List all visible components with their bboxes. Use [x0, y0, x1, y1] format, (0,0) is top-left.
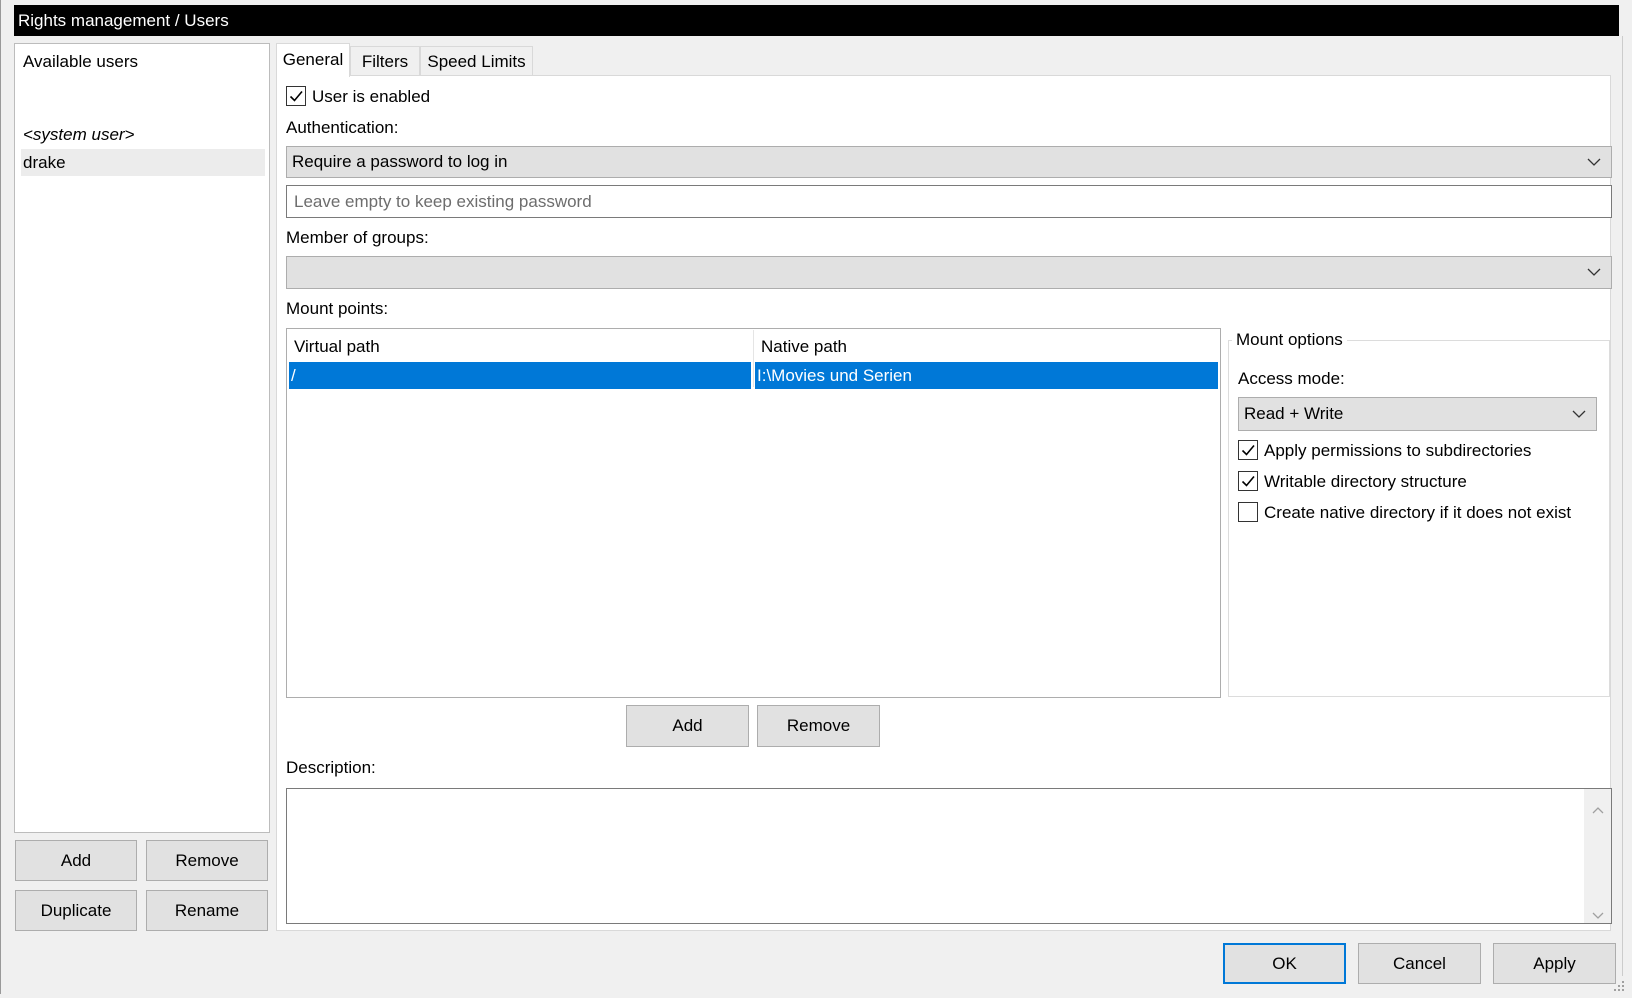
column-header-virtual-path[interactable]: Virtual path	[287, 332, 753, 362]
checkmark-icon	[1241, 475, 1255, 487]
cancel-button[interactable]: Cancel	[1358, 943, 1481, 984]
mount-points-label: Mount points:	[286, 299, 389, 318]
chevron-down-icon	[1572, 398, 1586, 430]
user-item-drake[interactable]: drake	[21, 149, 265, 176]
apply-button[interactable]: Apply	[1493, 943, 1616, 984]
writable-structure-label: Writable directory structure	[1264, 472, 1467, 491]
description-label: Description:	[286, 758, 376, 777]
user-enabled-label: User is enabled	[312, 87, 431, 106]
user-enabled-checkbox[interactable]	[286, 86, 306, 106]
scroll-up-icon[interactable]	[1592, 799, 1604, 819]
tab-general[interactable]: General	[276, 43, 350, 77]
create-native-dir-label: Create native directory if it does not e…	[1264, 503, 1572, 522]
tab-speed-limits[interactable]: Speed Limits	[420, 46, 533, 76]
remove-user-button[interactable]: Remove	[146, 840, 268, 881]
apply-permissions-checkbox[interactable]	[1238, 440, 1258, 460]
duplicate-user-button[interactable]: Duplicate	[15, 890, 137, 931]
groups-label: Member of groups:	[286, 228, 429, 247]
access-mode-label: Access mode:	[1238, 369, 1345, 388]
access-mode-select[interactable]: Read + Write	[1238, 397, 1597, 431]
groups-select[interactable]	[286, 256, 1612, 289]
window-title: Rights management / Users	[14, 5, 1619, 36]
table-row-virtual-path[interactable]: /	[289, 362, 751, 389]
user-item-system[interactable]: <system user>	[21, 121, 265, 148]
mount-options-title: Mount options	[1232, 329, 1347, 351]
checkmark-icon	[289, 90, 303, 102]
column-header-native-path[interactable]: Native path	[754, 332, 1220, 362]
description-scrollbar[interactable]	[1584, 789, 1611, 923]
checkmark-icon	[1241, 444, 1255, 456]
chevron-down-icon	[1587, 147, 1601, 177]
ok-button[interactable]: OK	[1223, 943, 1346, 984]
table-row-native-path[interactable]: I:\Movies und Serien	[755, 362, 1218, 389]
apply-permissions-label: Apply permissions to subdirectories	[1264, 441, 1532, 460]
window-right-edge	[1622, 36, 1623, 976]
writable-structure-checkbox[interactable]	[1238, 471, 1258, 491]
add-mount-point-button[interactable]: Add	[626, 705, 749, 747]
window-left-edge	[0, 0, 1, 994]
access-mode-selected: Read + Write	[1244, 404, 1344, 423]
password-input[interactable]: Leave empty to keep existing password	[286, 185, 1612, 218]
description-textarea[interactable]	[286, 788, 1612, 924]
scroll-down-icon[interactable]	[1592, 905, 1604, 925]
authentication-label: Authentication:	[286, 118, 399, 137]
authentication-selected: Require a password to log in	[292, 152, 508, 171]
rename-user-button[interactable]: Rename	[146, 890, 268, 931]
users-list-header: Available users	[23, 52, 138, 71]
create-native-dir-checkbox[interactable]	[1238, 502, 1258, 522]
chevron-down-icon	[1587, 257, 1601, 288]
tab-filters[interactable]: Filters	[350, 46, 420, 76]
authentication-select[interactable]: Require a password to log in	[286, 146, 1612, 178]
remove-mount-point-button[interactable]: Remove	[757, 705, 880, 747]
resize-grip-icon[interactable]	[1608, 978, 1626, 992]
add-user-button[interactable]: Add	[15, 840, 137, 881]
users-list[interactable]: Available users <system user> drake	[14, 43, 270, 833]
